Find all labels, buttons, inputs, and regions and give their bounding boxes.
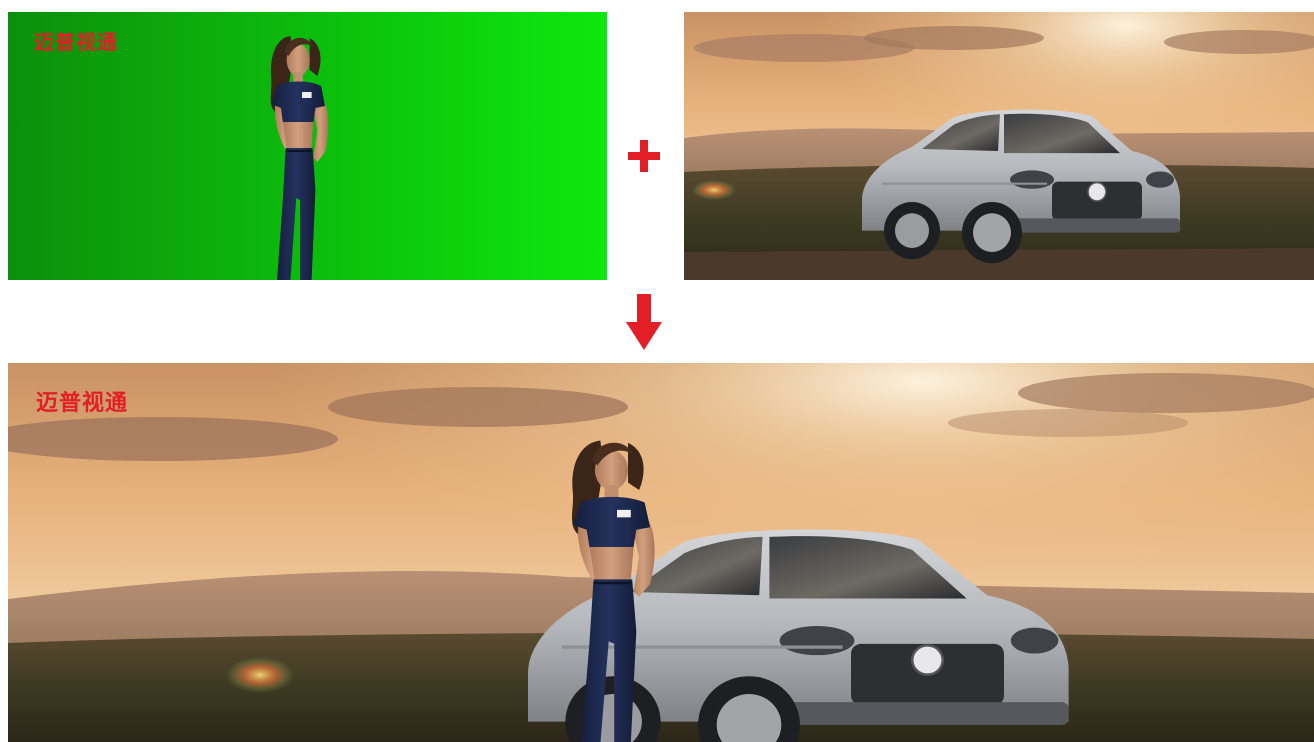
arrow-down-icon <box>626 294 662 350</box>
composite-image <box>8 363 1314 742</box>
plus-icon <box>628 140 660 172</box>
green-screen-source-photo: 迈普视通 <box>8 12 607 280</box>
watermark-text: 迈普视通 <box>34 30 118 54</box>
car-background-source-photo <box>684 12 1314 280</box>
composite-result-photo: 迈普视通 <box>8 363 1314 742</box>
watermark-text: 迈普视通 <box>36 391 129 416</box>
car-sunset-image <box>684 12 1314 280</box>
